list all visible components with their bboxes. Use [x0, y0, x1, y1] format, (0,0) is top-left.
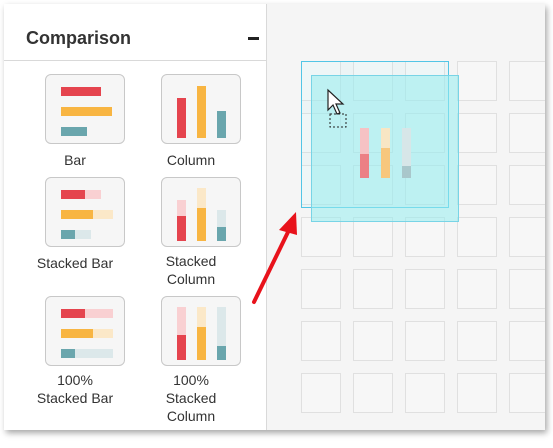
- grid-cell[interactable]: [301, 373, 341, 413]
- grid-cell[interactable]: [457, 269, 497, 309]
- grid-cell[interactable]: [405, 373, 445, 413]
- grid-cell[interactable]: [509, 373, 545, 413]
- panel-header: Comparison: [4, 4, 266, 61]
- grid-cell[interactable]: [509, 217, 545, 257]
- chart-type-label: Column: [166, 152, 216, 168]
- grid-cell[interactable]: [457, 217, 497, 257]
- grid-cell[interactable]: [509, 61, 545, 101]
- collapse-button[interactable]: [246, 26, 262, 48]
- grid-cell[interactable]: [457, 373, 497, 413]
- bar-chart-icon: [45, 74, 125, 144]
- grid-cell[interactable]: [301, 269, 341, 309]
- grid-cell[interactable]: [509, 165, 545, 205]
- stacked-bar-chart-icon: [45, 177, 125, 247]
- grid-cell[interactable]: [353, 269, 393, 309]
- full-stacked-column-chart-icon: [161, 296, 241, 366]
- full-stacked-bar-chart-icon: [45, 296, 125, 366]
- grid-cell[interactable]: [457, 61, 497, 101]
- app-window: Comparison Bar Column Stacked Bar Stacke…: [4, 4, 545, 430]
- grid-cell[interactable]: [457, 165, 497, 205]
- chart-type-label: 100% Stacked Bar: [36, 372, 114, 406]
- grid-cell[interactable]: [405, 269, 445, 309]
- stacked-column-chart-icon: [161, 177, 241, 247]
- grid-cell[interactable]: [301, 321, 341, 361]
- move-cursor-icon: [327, 88, 347, 128]
- grid-cell[interactable]: [509, 321, 545, 361]
- chart-type-label: Bar: [64, 152, 86, 168]
- grid-cell[interactable]: [353, 373, 393, 413]
- chart-type-label: 100% Stacked Column: [165, 372, 217, 424]
- chart-type-panel: Comparison Bar Column Stacked Bar Stacke…: [4, 4, 267, 430]
- minus-icon: [248, 37, 259, 40]
- grid-cell[interactable]: [405, 321, 445, 361]
- panel-title: Comparison: [26, 28, 132, 48]
- grid-cell[interactable]: [457, 113, 497, 153]
- chart-type-label: Stacked Bar: [36, 255, 114, 271]
- grid-cell[interactable]: [353, 321, 393, 361]
- grid-cell[interactable]: [457, 321, 497, 361]
- grid-cell[interactable]: [509, 113, 545, 153]
- chart-type-label: Stacked Column: [165, 253, 217, 287]
- column-chart-icon: [161, 74, 241, 144]
- grid-cell[interactable]: [509, 269, 545, 309]
